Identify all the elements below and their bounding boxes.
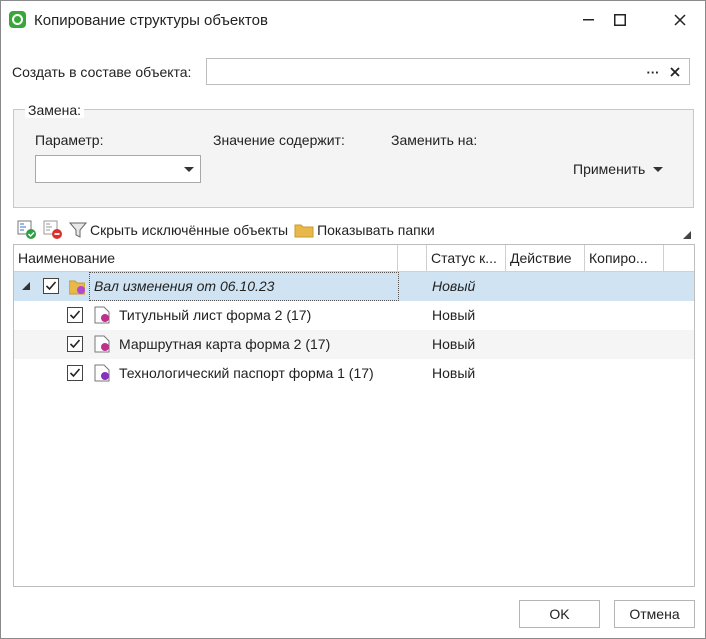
folder-icon xyxy=(294,224,314,238)
clear-icon xyxy=(670,67,680,77)
replace-with-label: Заменить на: xyxy=(391,132,478,148)
row-checkbox[interactable] xyxy=(67,336,83,352)
expand-collapse-icon[interactable] xyxy=(22,282,30,290)
collapse-panel-icon[interactable] xyxy=(683,231,691,239)
uncheck-all-icon xyxy=(43,220,62,239)
checkmark-icon xyxy=(69,339,81,349)
document-icon xyxy=(94,306,110,324)
grid-header: Наименование Статус к... Действие Копиро… xyxy=(14,245,694,272)
row-checkbox[interactable] xyxy=(43,278,59,294)
app-icon xyxy=(9,11,26,28)
chevron-down-icon xyxy=(653,166,664,172)
check-all-icon xyxy=(17,220,36,239)
column-header-action[interactable]: Действие xyxy=(506,245,585,271)
minimize-icon xyxy=(582,19,594,21)
maximize-button[interactable] xyxy=(597,1,643,39)
column-header-spacer xyxy=(398,245,427,271)
hide-excluded-button[interactable]: Скрыть исключённые объекты xyxy=(69,221,288,239)
row-status: Новый xyxy=(432,365,476,381)
document-icon xyxy=(94,335,110,353)
table-row[interactable]: Технологический паспорт форма 1 (17) Нов… xyxy=(14,359,694,388)
row-name: Маршрутная карта форма 2 (17) xyxy=(119,336,331,352)
filter-icon xyxy=(69,222,87,238)
folder-document-icon xyxy=(69,280,85,295)
column-header-status[interactable]: Статус к... xyxy=(427,245,506,271)
create-in-field[interactable]: ··· xyxy=(206,58,690,85)
cancel-button[interactable]: Отмена xyxy=(614,600,695,628)
replace-group-title: Замена: xyxy=(25,102,85,118)
ok-button[interactable]: OK xyxy=(519,600,600,628)
show-folders-label: Показывать папки xyxy=(317,222,435,238)
close-icon xyxy=(674,14,686,26)
row-name: Титульный лист форма 2 (17) xyxy=(119,307,312,323)
apply-label: Применить xyxy=(573,161,646,177)
table-row[interactable]: Титульный лист форма 2 (17) Новый xyxy=(14,301,694,330)
objects-grid[interactable]: Наименование Статус к... Действие Копиро… xyxy=(13,244,695,587)
maximize-icon xyxy=(614,14,626,26)
show-folders-button[interactable]: Показывать папки xyxy=(294,221,435,239)
row-name: Вал изменения от 06.10.23 xyxy=(94,278,275,294)
uncheck-all-button[interactable] xyxy=(43,220,63,240)
grid-toolbar: Скрыть исключённые объекты Показывать па… xyxy=(17,219,441,241)
hide-excluded-label: Скрыть исключённые объекты xyxy=(90,222,289,238)
column-header-name[interactable]: Наименование xyxy=(14,245,398,271)
check-all-button[interactable] xyxy=(17,220,37,240)
row-status: Новый xyxy=(432,336,476,352)
row-checkbox[interactable] xyxy=(67,365,83,381)
row-status: Новый xyxy=(432,278,476,294)
table-row[interactable]: Маршрутная карта форма 2 (17) Новый xyxy=(14,330,694,359)
title-bar: Копирование структуры объектов xyxy=(1,1,705,39)
contains-label: Значение содержит: xyxy=(213,132,345,148)
checkmark-icon xyxy=(69,310,81,320)
window-title: Копирование структуры объектов xyxy=(34,12,268,29)
dialog-window: Копирование структуры объектов Создать в… xyxy=(0,0,706,639)
row-status: Новый xyxy=(432,307,476,323)
param-label: Параметр: xyxy=(35,132,104,148)
apply-button[interactable]: Применить xyxy=(573,161,664,177)
column-header-copy[interactable]: Копиро... xyxy=(585,245,664,271)
clear-button[interactable] xyxy=(665,62,685,82)
param-select[interactable] xyxy=(35,155,201,183)
table-row[interactable]: Вал изменения от 06.10.23 Новый xyxy=(14,272,694,301)
chevron-down-icon xyxy=(184,167,194,172)
row-checkbox[interactable] xyxy=(67,307,83,323)
checkmark-icon xyxy=(45,281,57,291)
create-in-label: Создать в составе объекта: xyxy=(12,64,192,80)
checkmark-icon xyxy=(69,368,81,378)
row-name: Технологический паспорт форма 1 (17) xyxy=(119,365,374,381)
browse-button[interactable]: ··· xyxy=(643,62,663,82)
close-button[interactable] xyxy=(657,1,703,39)
document-icon xyxy=(94,364,110,382)
